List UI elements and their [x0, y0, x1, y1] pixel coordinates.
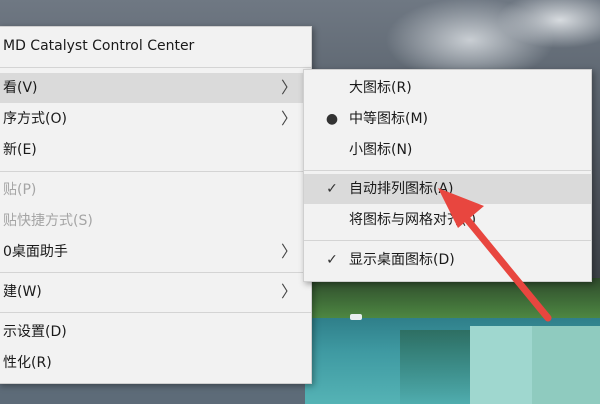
checkmark-icon: ✓	[326, 252, 338, 268]
menu-separator	[304, 240, 591, 241]
menu-separator	[0, 272, 311, 273]
chevron-right-icon: 〉	[280, 109, 297, 128]
menu-separator	[0, 67, 311, 68]
menu-item-label: 0桌面助手	[3, 244, 68, 260]
chevron-right-icon: 〉	[280, 282, 297, 301]
chevron-right-icon: 〉	[280, 242, 297, 261]
menu-item-label: 贴快捷方式(S)	[3, 213, 93, 229]
bullet-icon: ●	[325, 111, 339, 127]
submenu-item-auto-arrange[interactable]: ✓ 自动排列图标(A)	[304, 174, 591, 204]
menu-item-paste: 贴(P)	[0, 175, 311, 205]
checkmark-icon: ✓	[326, 181, 338, 197]
menu-item-label: 显示桌面图标(D)	[349, 252, 455, 268]
view-submenu: 大图标(R) ● 中等图标(M) 小图标(N) ✓ 自动排列图标(A) 将图标与…	[303, 69, 592, 282]
menu-item-label: 将图标与网格对齐(I)	[349, 212, 477, 228]
wallpaper-boat	[350, 314, 362, 320]
menu-item-personalize[interactable]: 性化(R)	[0, 348, 311, 378]
menu-item-label: 建(W)	[3, 284, 42, 300]
submenu-item-align-to-grid[interactable]: 将图标与网格对齐(I)	[304, 205, 591, 235]
menu-item-label: 小图标(N)	[349, 142, 413, 158]
menu-item-amd-catalyst[interactable]: MD Catalyst Control Center	[0, 31, 311, 61]
menu-item-new[interactable]: 建(W) 〉	[0, 277, 311, 307]
menu-separator	[304, 170, 591, 171]
menu-item-label: 示设置(D)	[3, 324, 67, 340]
menu-item-label: 性化(R)	[3, 355, 52, 371]
menu-item-view[interactable]: 看(V) 〉	[0, 73, 311, 103]
desktop-tile	[470, 326, 532, 404]
submenu-item-medium-icons[interactable]: ● 中等图标(M)	[304, 104, 591, 134]
desktop-tile	[532, 326, 600, 404]
menu-item-paste-shortcut: 贴快捷方式(S)	[0, 206, 311, 236]
menu-item-display-settings[interactable]: 示设置(D)	[0, 317, 311, 347]
menu-item-desktop-assistant[interactable]: 0桌面助手 〉	[0, 237, 311, 267]
desktop-context-menu: MD Catalyst Control Center 看(V) 〉 序方式(O)…	[0, 26, 312, 384]
menu-item-label: 新(E)	[3, 142, 37, 158]
menu-item-label: MD Catalyst Control Center	[3, 38, 195, 54]
wallpaper-forest	[305, 278, 600, 320]
menu-item-label: 序方式(O)	[3, 111, 67, 127]
submenu-item-show-desktop-icons[interactable]: ✓ 显示桌面图标(D)	[304, 245, 591, 275]
menu-item-label: 自动排列图标(A)	[349, 181, 454, 197]
submenu-item-large-icons[interactable]: 大图标(R)	[304, 73, 591, 103]
menu-item-refresh[interactable]: 新(E)	[0, 135, 311, 165]
menu-item-label: 中等图标(M)	[349, 111, 429, 127]
menu-item-label: 贴(P)	[3, 182, 37, 198]
menu-separator	[0, 312, 311, 313]
chevron-right-icon: 〉	[280, 78, 297, 97]
menu-item-sort-by[interactable]: 序方式(O) 〉	[0, 104, 311, 134]
menu-item-label: 大图标(R)	[349, 80, 412, 96]
menu-separator	[0, 171, 311, 172]
submenu-item-small-icons[interactable]: 小图标(N)	[304, 135, 591, 165]
menu-item-label: 看(V)	[3, 80, 38, 96]
